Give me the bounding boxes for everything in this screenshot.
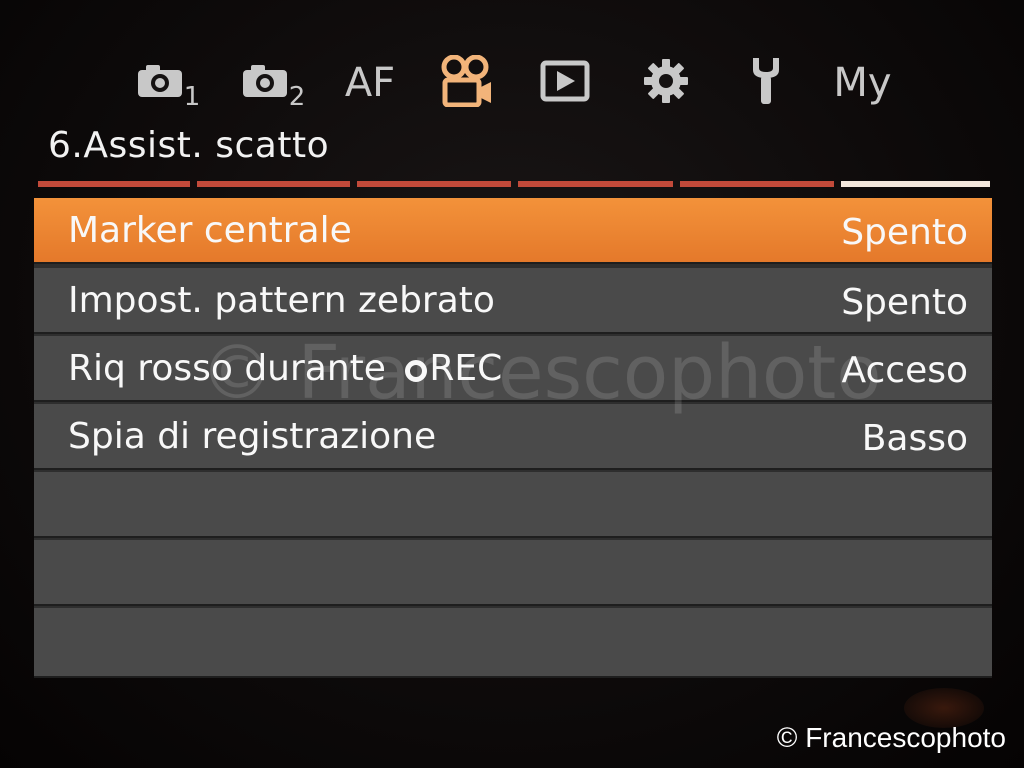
subtab-4[interactable] <box>518 181 673 187</box>
menu-item-label-text: Riq rosso durante <box>68 348 398 389</box>
subtab-5[interactable] <box>680 181 834 187</box>
copyright-text: © Francescophoto <box>776 722 1006 753</box>
tab-number: 1 <box>183 82 201 112</box>
menu-item-label: Riq rosso durante REC <box>68 348 502 389</box>
tab-number: 2 <box>288 82 306 112</box>
tab-playback[interactable] <box>535 55 595 111</box>
camera-icon <box>242 65 287 101</box>
subtab-6[interactable] <box>841 181 990 187</box>
menu-item-value: Spento <box>841 282 968 323</box>
camera-menu-screen: 1 2 AF My 6.Assist. scatto Marker centra… <box>0 0 1024 768</box>
menu-item-value: Spento <box>841 212 968 253</box>
menu-item-label: Impost. pattern zebrato <box>68 280 495 321</box>
tab-shooting-1[interactable]: 1 <box>130 55 208 112</box>
menu-item-value: Basso <box>861 418 968 459</box>
gear-icon <box>642 57 690 109</box>
menu-item-label-rec: REC <box>429 348 503 389</box>
tab-label: My <box>833 60 892 106</box>
menu-item-marker-centrale[interactable]: Marker centrale Spento <box>34 198 992 264</box>
subtab-2[interactable] <box>197 181 350 187</box>
menu-list: Marker centrale Spento Impost. pattern z… <box>34 198 992 678</box>
menu-item-tally-lamp[interactable]: Spia di registrazione Basso <box>34 404 992 470</box>
tab-setup[interactable] <box>740 55 792 111</box>
menu-item-empty <box>34 608 992 678</box>
menu-item-label: Marker centrale <box>68 210 352 251</box>
tab-bar: 1 2 AF My <box>130 54 900 115</box>
playback-icon <box>540 60 590 106</box>
menu-item-zebra-pattern[interactable]: Impost. pattern zebrato Spento <box>34 268 992 334</box>
menu-item-label: Spia di registrazione <box>68 416 437 457</box>
tab-my-menu[interactable]: My <box>825 55 900 111</box>
wrench-icon <box>749 56 783 110</box>
tab-movie[interactable] <box>430 54 502 111</box>
menu-item-red-frame-rec[interactable]: Riq rosso durante REC Acceso <box>34 336 992 402</box>
tab-custom[interactable] <box>635 55 697 111</box>
menu-item-empty <box>34 540 992 606</box>
record-ring-icon <box>405 360 428 382</box>
tab-label: AF <box>344 60 396 106</box>
menu-item-value: Acceso <box>841 350 968 391</box>
subtab-1[interactable] <box>38 181 190 187</box>
tab-af[interactable]: AF <box>335 55 405 111</box>
camera-icon <box>137 65 182 101</box>
page-title: 6.Assist. scatto <box>48 125 330 166</box>
subtab-3[interactable] <box>357 181 511 187</box>
movie-camera-icon <box>437 54 495 111</box>
tab-shooting-2[interactable]: 2 <box>235 55 313 112</box>
subtab-indicator <box>38 181 990 188</box>
menu-item-empty <box>34 472 992 538</box>
